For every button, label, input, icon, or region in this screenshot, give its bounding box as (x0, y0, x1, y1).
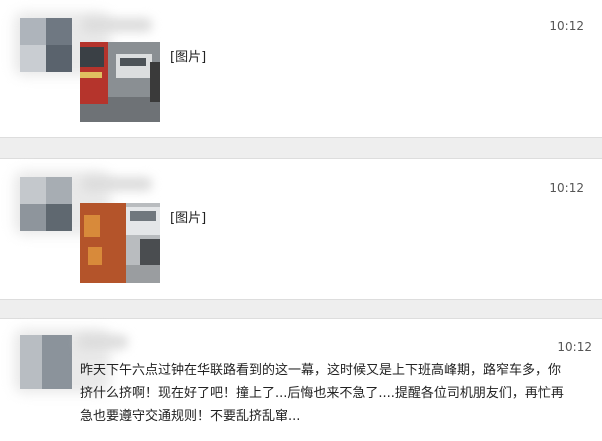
image-placeholder-text: [图片] (170, 211, 207, 226)
avatar[interactable] (14, 329, 110, 393)
message-time: 10:12 (549, 181, 584, 195)
message-time: 10:12 (557, 340, 592, 354)
message-text: 昨天下午六点过钟在华联路看到的这一幕，这时候又是上下班高峰期，路窄车多，你挤什么… (80, 363, 564, 424)
car-photo (80, 203, 160, 283)
image-placeholder-text: [图片] (170, 50, 207, 65)
avatar[interactable] (14, 12, 110, 76)
sender-name (82, 18, 152, 32)
photo-thumbnail[interactable] (80, 42, 160, 122)
avatar[interactable] (14, 171, 110, 235)
sender-name (82, 177, 152, 191)
sender-name (78, 335, 128, 349)
bus-photo (80, 42, 160, 122)
message-card: 10:12 昨天下午六点过钟在华联路看到的这一幕，这时候又是上下班高峰期，路窄车… (0, 318, 602, 441)
message-time: 10:12 (549, 19, 584, 33)
message-card: 10:12 [图片] (0, 0, 602, 138)
photo-thumbnail[interactable] (80, 203, 160, 283)
message-card: 10:12 [图片] (0, 158, 602, 300)
